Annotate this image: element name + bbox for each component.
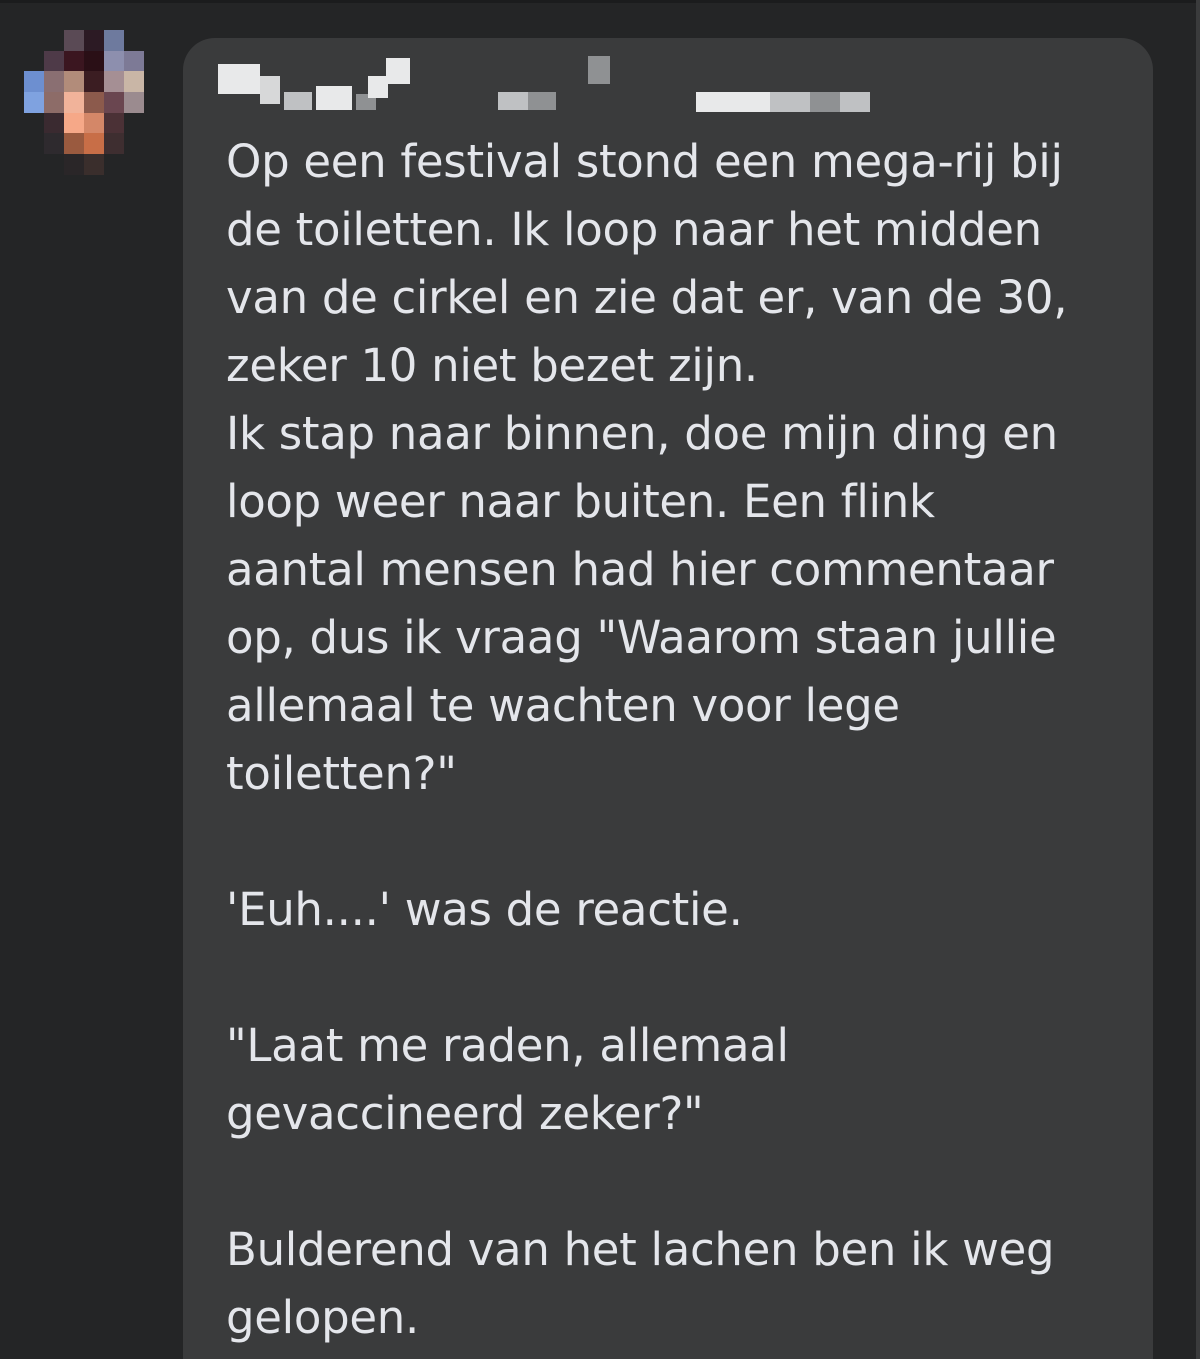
- avatar-pixel: [44, 92, 64, 113]
- avatar[interactable]: [24, 30, 164, 175]
- avatar-pixel: [24, 133, 44, 154]
- comment-screen: Op een festival stond een mega-rij bij d…: [0, 0, 1200, 1359]
- avatar-pixel: [44, 71, 64, 93]
- avatar-pixel: [64, 71, 84, 93]
- avatar-pixel: [24, 71, 44, 93]
- comment-line: zeker 10 niet bezet zijn.: [226, 339, 758, 392]
- top-edge: [0, 0, 1200, 3]
- comment-line: van de cirkel en zie dat er, van de 30,: [226, 271, 1068, 324]
- avatar-pixel: [144, 30, 164, 51]
- avatar-pixel: [144, 154, 164, 175]
- avatar-pixel: [64, 133, 84, 155]
- avatar-pixel: [84, 112, 104, 134]
- comment-text: Op een festival stond een mega-rij bij d…: [226, 128, 1126, 1352]
- avatar-pixel: [64, 50, 84, 72]
- comment-line: toiletten?": [226, 747, 457, 800]
- right-edge: [1196, 0, 1200, 1359]
- avatar-pixel: [24, 51, 44, 72]
- avatar-pixel: [124, 71, 144, 93]
- avatar-pixel: [24, 154, 44, 175]
- avatar-pixel: [44, 154, 64, 175]
- avatar-pixel: [84, 133, 104, 155]
- comment-line: 'Euh....' was de reactie.: [226, 883, 743, 936]
- avatar-pixel: [124, 154, 144, 175]
- author-name-redacted[interactable]: [218, 56, 878, 118]
- comment-line: Ik stap naar binnen, doe mijn ding en: [226, 407, 1058, 460]
- comment-line: gevaccineerd zeker?": [226, 1087, 704, 1140]
- comment-line: allemaal te wachten voor lege: [226, 679, 900, 732]
- avatar-pixel: [124, 50, 144, 72]
- comment-line: Bulderend van het lachen ben ik weg: [226, 1223, 1055, 1276]
- comment-line: gelopen.: [226, 1291, 419, 1344]
- comment-line: loop weer naar buiten. Een flink: [226, 475, 935, 528]
- avatar-pixel: [24, 113, 44, 134]
- avatar-pixel: [44, 50, 64, 72]
- avatar-pixel: [144, 133, 164, 154]
- avatar-pixel: [64, 154, 84, 175]
- avatar-pixel: [84, 50, 104, 72]
- avatar-pixel: [104, 133, 124, 155]
- avatar-pixel: [84, 71, 104, 93]
- avatar-pixel: [104, 92, 124, 113]
- avatar-pixel: [144, 51, 164, 72]
- comment-line: aantal mensen had hier commentaar: [226, 543, 1054, 596]
- avatar-pixel: [104, 71, 124, 93]
- avatar-pixel: [124, 30, 144, 51]
- avatar-pixel: [24, 92, 44, 113]
- comment-line: Op een festival stond een mega-rij bij: [226, 135, 1063, 188]
- avatar-pixel: [84, 154, 104, 175]
- avatar-pixel: [44, 112, 64, 134]
- avatar-pixel: [44, 133, 64, 155]
- avatar-pixel: [64, 92, 84, 113]
- avatar-pixel: [84, 92, 104, 113]
- avatar-pixel: [124, 113, 144, 134]
- avatar-pixel: [104, 154, 124, 175]
- avatar-pixel: [24, 30, 44, 51]
- avatar-pixel: [104, 112, 124, 134]
- avatar-pixel: [104, 30, 124, 51]
- comment-line: op, dus ik vraag "Waarom staan jullie: [226, 611, 1057, 664]
- avatar-pixel: [124, 92, 144, 113]
- avatar-pixel: [144, 113, 164, 134]
- avatar-pixel: [144, 92, 164, 113]
- avatar-pixel: [64, 112, 84, 134]
- avatar-pixel: [124, 133, 144, 154]
- avatar-pixel: [104, 50, 124, 72]
- avatar-pixel: [144, 71, 164, 92]
- avatar-pixel: [84, 30, 104, 51]
- avatar-pixel: [64, 30, 84, 51]
- comment-line: "Laat me raden, allemaal: [226, 1019, 789, 1072]
- avatar-pixel: [44, 30, 64, 51]
- comment-line: de toiletten. Ik loop naar het midden: [226, 203, 1042, 256]
